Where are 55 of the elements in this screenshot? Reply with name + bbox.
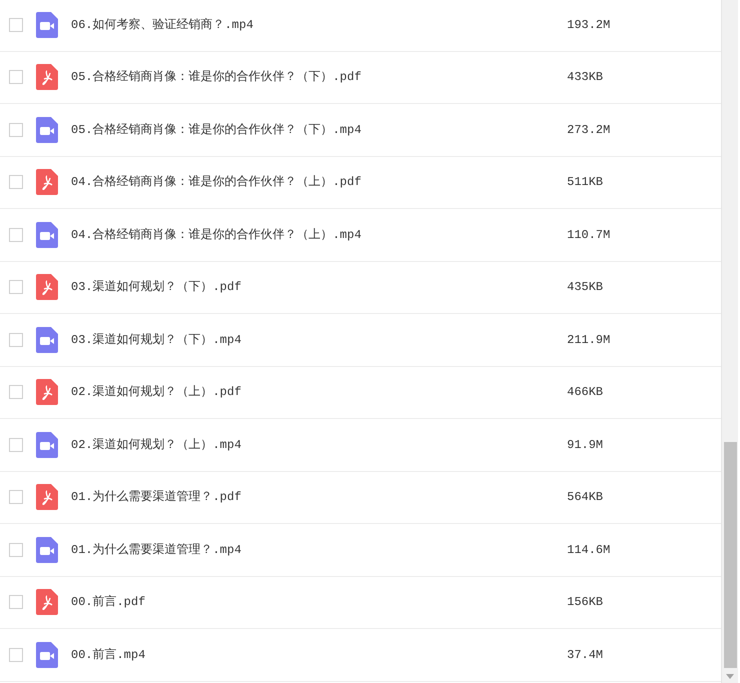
file-name[interactable]: 01.为什么需要渠道管理？.mp4: [71, 540, 561, 559]
file-size: 91.9M: [567, 436, 604, 454]
checkbox[interactable]: [9, 648, 23, 662]
file-size: 211.9M: [567, 332, 610, 349]
file-size: 193.2M: [567, 16, 610, 34]
checkbox[interactable]: [9, 595, 23, 610]
file-size: 114.6M: [567, 542, 610, 559]
pdf-file-icon: [36, 274, 58, 300]
file-size: 435KB: [567, 279, 604, 296]
file-size: 110.7M: [567, 226, 610, 244]
file-name[interactable]: 05.合格经销商肖像：谁是你的合作伙伴？（下）.mp4: [71, 120, 561, 139]
file-name[interactable]: 04.合格经销商肖像：谁是你的合作伙伴？（上）.mp4: [71, 226, 561, 244]
file-name[interactable]: 01.为什么需要渠道管理？.pdf: [71, 488, 561, 506]
file-size: 511KB: [567, 174, 604, 192]
video-file-icon: [36, 536, 58, 563]
scrollbar[interactable]: [721, 0, 738, 683]
file-size: 433KB: [567, 69, 604, 86]
file-name[interactable]: 05.合格经销商肖像：谁是你的合作伙伴？（下）.pdf: [71, 68, 561, 86]
checkbox[interactable]: [9, 18, 23, 32]
checkbox[interactable]: [9, 280, 23, 294]
file-name[interactable]: 03.渠道如何规划？（下）.pdf: [71, 278, 561, 296]
pdf-file-icon: [36, 169, 58, 196]
video-file-icon: [36, 432, 58, 458]
file-size: 466KB: [567, 384, 604, 402]
file-size: 156KB: [567, 594, 604, 612]
file-name[interactable]: 00.前言.mp4: [71, 646, 561, 664]
checkbox[interactable]: [9, 175, 23, 190]
file-size: 37.4M: [567, 646, 604, 664]
scroll-down-icon[interactable]: [726, 674, 734, 679]
video-file-icon: [36, 116, 58, 143]
pdf-file-icon: [36, 484, 58, 510]
file-name[interactable]: 02.渠道如何规划？（上）.pdf: [71, 383, 561, 402]
file-size: 564KB: [567, 489, 604, 506]
checkbox[interactable]: [9, 332, 23, 347]
checkbox[interactable]: [9, 228, 23, 242]
checkbox[interactable]: [9, 542, 23, 557]
video-file-icon: [36, 642, 58, 668]
checkbox[interactable]: [9, 122, 23, 137]
checkbox[interactable]: [9, 438, 23, 452]
video-file-icon: [36, 12, 58, 38]
file-name[interactable]: 00.前言.pdf: [71, 593, 561, 612]
file-name[interactable]: 02.渠道如何规划？（上）.mp4: [71, 436, 561, 454]
pdf-file-icon: [36, 379, 58, 406]
video-file-icon: [36, 326, 58, 353]
pdf-file-icon: [36, 589, 58, 616]
pdf-file-icon: [36, 64, 58, 90]
video-file-icon: [36, 222, 58, 248]
checkbox[interactable]: [9, 70, 23, 84]
file-name[interactable]: 04.合格经销商肖像：谁是你的合作伙伴？（上）.pdf: [71, 173, 561, 192]
checkbox[interactable]: [9, 385, 23, 400]
file-size: 273.2M: [567, 122, 610, 139]
file-name[interactable]: 03.渠道如何规划？（下）.mp4: [71, 330, 561, 349]
scrollbar-thumb[interactable]: [724, 442, 736, 668]
file-name[interactable]: 06.如何考察、验证经销商？.mp4: [71, 16, 561, 34]
checkbox[interactable]: [9, 490, 23, 504]
